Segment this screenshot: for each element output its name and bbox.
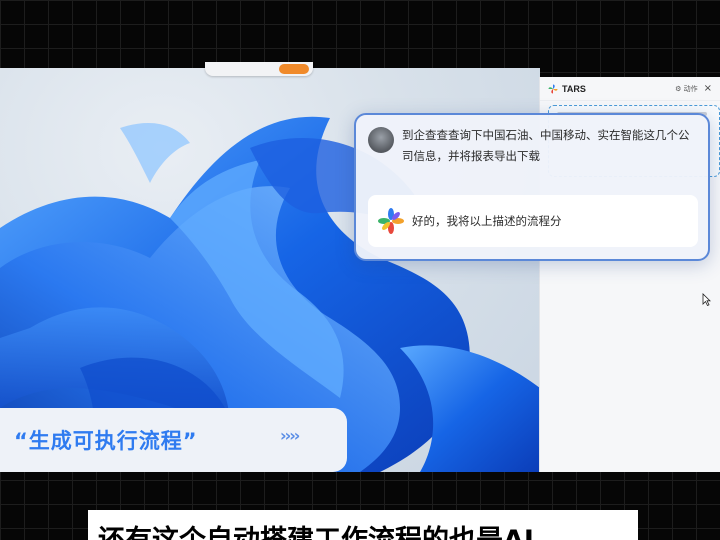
bot-message-text: 好的，我将以上描述的流程分 (412, 214, 562, 228)
user-avatar-icon (368, 127, 394, 153)
taskbar-accent-button[interactable] (279, 64, 309, 74)
chevrons-right-icon: ›››› (280, 426, 300, 445)
pinwheel-logo-icon (378, 208, 404, 234)
action-button[interactable]: ⚙ 动作 (675, 84, 698, 94)
tars-header: TARS ⚙ 动作 × (540, 77, 720, 101)
pinwheel-logo-icon (548, 84, 558, 93)
close-icon[interactable]: × (704, 83, 712, 94)
video-subtitle: 还有这个自动搭建工作流程的也是AI (88, 510, 638, 540)
taskbar-pill[interactable] (205, 62, 313, 76)
bot-message: 好的，我将以上描述的流程分 (368, 195, 698, 247)
caption-card: “生成可执行流程” ›››› (0, 408, 347, 472)
tars-title: TARS (562, 83, 586, 94)
action-label: 动作 (683, 84, 698, 93)
caption-text: “生成可执行流程” (14, 429, 198, 453)
user-message-text: 到企查查查询下中国石油、中国移动、实在智能这几个公司信息，并将报表导出下载 (402, 128, 690, 163)
mouse-cursor-icon (702, 293, 711, 306)
chat-popup: 到企查查查询下中国石油、中国移动、实在智能这几个公司信息，并将报表导出下载 好的… (354, 113, 710, 261)
subtitle-text: 还有这个自动搭建工作流程的也是AI (98, 518, 534, 540)
user-message: 到企查查查询下中国石油、中国移动、实在智能这几个公司信息，并将报表导出下载 (368, 125, 698, 187)
